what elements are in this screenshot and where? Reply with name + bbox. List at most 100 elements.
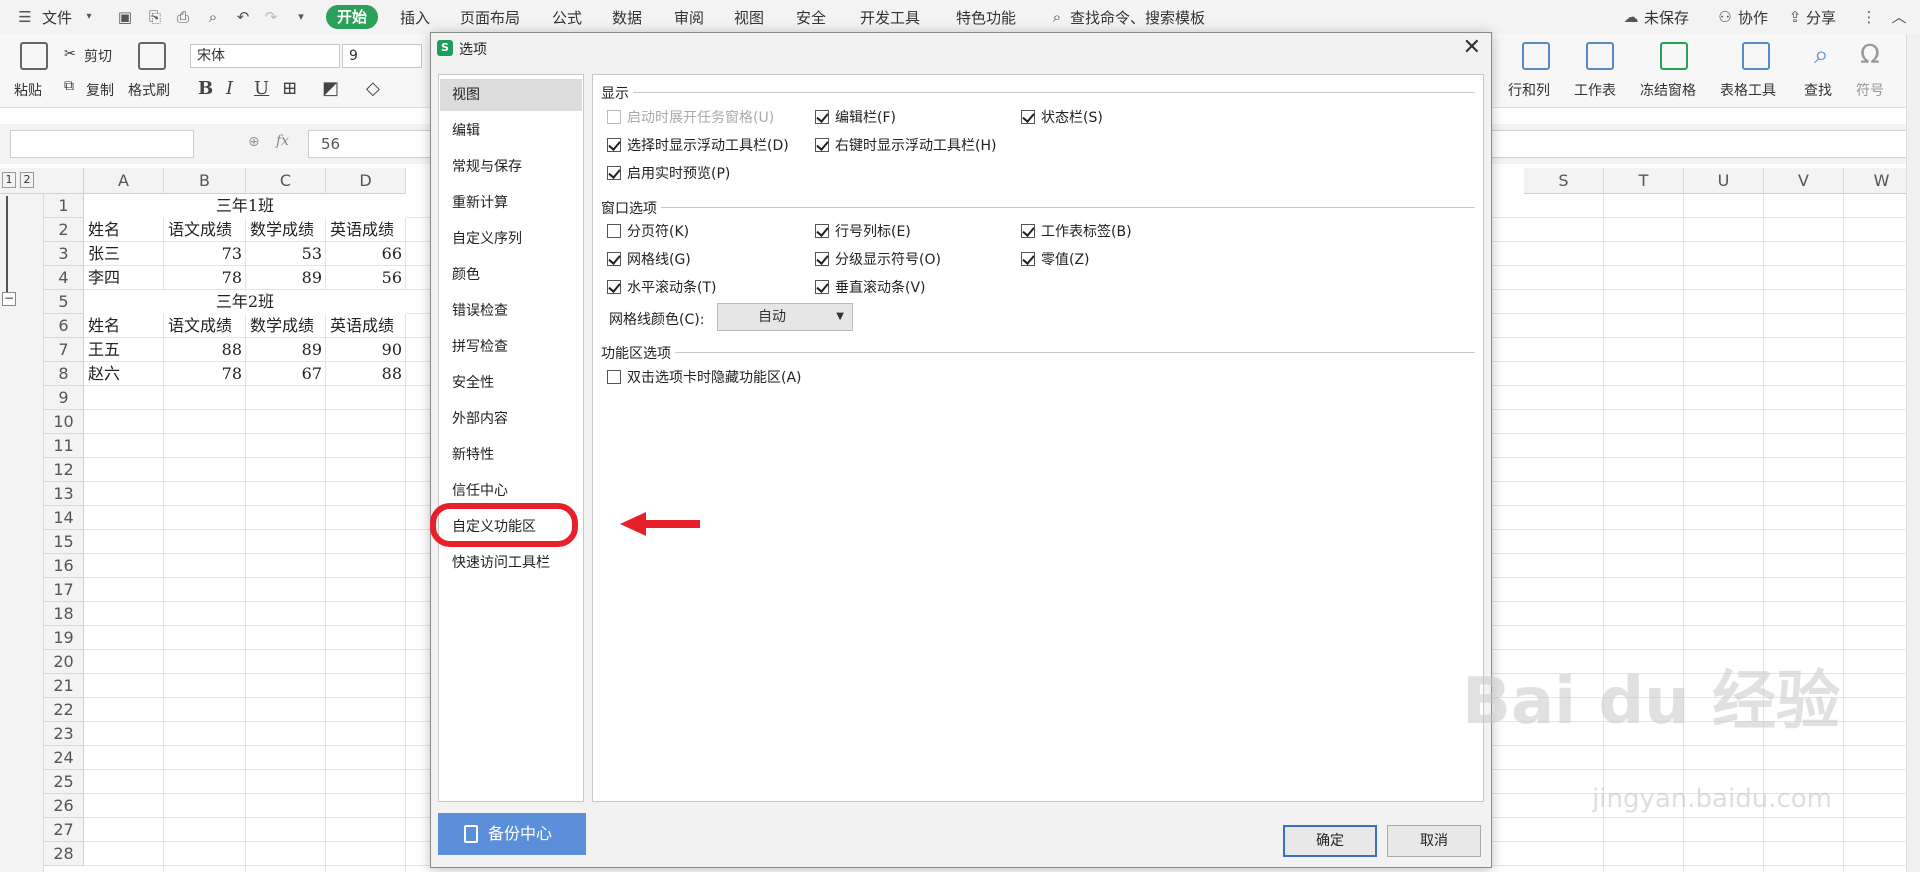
nav-item[interactable]: 拼写检查 bbox=[440, 331, 582, 363]
collaborate-button[interactable]: 协作 bbox=[1738, 7, 1768, 28]
redo-icon[interactable]: ↷ bbox=[262, 8, 280, 26]
tab-page-layout[interactable]: 页面布局 bbox=[460, 7, 520, 28]
italic-icon[interactable]: I bbox=[226, 78, 233, 99]
row-header-28[interactable]: 28 bbox=[44, 842, 84, 866]
option-vertical-scrollbar[interactable]: 垂直滚动条(V) bbox=[815, 277, 926, 297]
fx-label[interactable]: fx bbox=[276, 133, 289, 149]
cell[interactable]: 张三 bbox=[84, 242, 164, 266]
print-preview-icon[interactable]: ⌕ bbox=[204, 8, 222, 26]
row-header-24[interactable]: 24 bbox=[44, 746, 84, 770]
column-header-t[interactable]: T bbox=[1604, 168, 1684, 194]
row-header-20[interactable]: 20 bbox=[44, 650, 84, 674]
unsaved-status[interactable]: 未保存 bbox=[1644, 7, 1689, 28]
cell[interactable]: 语文成绩 bbox=[164, 218, 246, 242]
backup-center-button[interactable]: 备份中心 bbox=[438, 813, 586, 855]
font-size-select[interactable]: 9 bbox=[342, 44, 422, 68]
option-expand-task-pane[interactable]: 启动时展开任务窗格(U) bbox=[607, 107, 774, 127]
checkbox-floating-toolbar-select[interactable] bbox=[607, 138, 621, 152]
nav-item[interactable]: 颜色 bbox=[440, 259, 582, 291]
cell[interactable]: 67 bbox=[246, 362, 326, 386]
row-header-12[interactable]: 12 bbox=[44, 458, 84, 482]
cell[interactable]: 姓名 bbox=[84, 314, 164, 338]
more-icon[interactable]: ⋮ bbox=[1860, 8, 1878, 26]
chevron-down-icon[interactable]: ▾ bbox=[80, 8, 98, 26]
nav-item[interactable]: 常规与保存 bbox=[440, 151, 582, 183]
nav-item[interactable]: 新特性 bbox=[440, 439, 582, 471]
cell[interactable]: 53 bbox=[246, 242, 326, 266]
select-all-corner[interactable]: 1 2 bbox=[0, 168, 84, 194]
cell[interactable]: 数学成绩 bbox=[246, 314, 326, 338]
row-header-27[interactable]: 27 bbox=[44, 818, 84, 842]
checkbox-hide-ribbon-double-click[interactable] bbox=[607, 370, 621, 384]
cell[interactable]: 78 bbox=[164, 266, 246, 290]
fill-color-icon[interactable]: ◩ bbox=[322, 78, 339, 99]
close-icon[interactable]: ✕ bbox=[1463, 35, 1481, 60]
share-button[interactable]: 分享 bbox=[1806, 7, 1836, 28]
checkbox-sheet-tabs[interactable] bbox=[1021, 224, 1035, 238]
bold-icon[interactable]: B bbox=[198, 78, 213, 99]
outline-level-2[interactable]: 2 bbox=[20, 172, 34, 188]
cell[interactable]: 李四 bbox=[84, 266, 164, 290]
tab-review[interactable]: 审阅 bbox=[674, 7, 704, 28]
checkbox-status-bar[interactable] bbox=[1021, 110, 1035, 124]
option-formula-bar[interactable]: 编辑栏(F) bbox=[815, 107, 896, 127]
row-header-16[interactable]: 16 bbox=[44, 554, 84, 578]
column-header-b[interactable]: B bbox=[164, 168, 246, 194]
cell[interactable]: 王五 bbox=[84, 338, 164, 362]
row-header-25[interactable]: 25 bbox=[44, 770, 84, 794]
outline-collapse-icon[interactable]: − bbox=[2, 292, 16, 306]
search-icon[interactable]: ⌕ bbox=[1048, 8, 1066, 26]
cell[interactable]: 88 bbox=[164, 338, 246, 362]
nav-item[interactable]: 重新计算 bbox=[440, 187, 582, 219]
tab-view[interactable]: 视图 bbox=[734, 7, 764, 28]
symbol-button[interactable]: 符号 bbox=[1856, 80, 1884, 100]
tab-start[interactable]: 开始 bbox=[326, 5, 378, 29]
option-sheet-tabs[interactable]: 工作表标签(B) bbox=[1021, 221, 1132, 241]
print-icon[interactable]: ⎙ bbox=[174, 8, 192, 26]
checkbox-floating-toolbar-right-click[interactable] bbox=[815, 138, 829, 152]
row-header-7[interactable]: 7 bbox=[44, 338, 84, 362]
dialog-title-bar[interactable]: S 选项 ✕ bbox=[431, 33, 1491, 63]
format-painter-button[interactable]: 格式刷 bbox=[128, 80, 170, 100]
checkbox-outline-symbols[interactable] bbox=[815, 252, 829, 266]
cell[interactable]: 56 bbox=[326, 266, 406, 290]
row-header-21[interactable]: 21 bbox=[44, 674, 84, 698]
option-gridlines[interactable]: 网格线(G) bbox=[607, 249, 691, 269]
copy-button[interactable]: 复制 bbox=[86, 80, 114, 100]
option-page-breaks[interactable]: 分页符(K) bbox=[607, 221, 689, 241]
table-tools-button[interactable]: 表格工具 bbox=[1720, 80, 1776, 100]
checkbox-vertical-scrollbar[interactable] bbox=[815, 280, 829, 294]
vertical-scrollbar[interactable] bbox=[1906, 34, 1920, 872]
option-status-bar[interactable]: 状态栏(S) bbox=[1021, 107, 1103, 127]
checkbox-live-preview[interactable] bbox=[607, 166, 621, 180]
tab-insert[interactable]: 插入 bbox=[400, 7, 430, 28]
column-header-s[interactable]: S bbox=[1524, 168, 1604, 194]
option-live-preview[interactable]: 启用实时预览(P) bbox=[607, 163, 730, 183]
nav-item[interactable]: 编辑 bbox=[440, 115, 582, 147]
cell[interactable]: 英语成绩 bbox=[326, 218, 406, 242]
cut-button[interactable]: 剪切 bbox=[84, 46, 112, 66]
gridline-color-select[interactable]: 自动 ▼ bbox=[717, 303, 853, 331]
cell[interactable]: 73 bbox=[164, 242, 246, 266]
row-header-18[interactable]: 18 bbox=[44, 602, 84, 626]
column-header-v[interactable]: V bbox=[1764, 168, 1844, 194]
hamburger-icon[interactable]: ☰ bbox=[16, 8, 34, 26]
cell[interactable]: 78 bbox=[164, 362, 246, 386]
row-header-22[interactable]: 22 bbox=[44, 698, 84, 722]
command-search[interactable]: 查找命令、搜索模板 bbox=[1070, 7, 1205, 28]
export-icon[interactable]: ⎘ bbox=[146, 8, 164, 26]
ok-button[interactable]: 确定 bbox=[1283, 825, 1377, 857]
row-header-10[interactable]: 10 bbox=[44, 410, 84, 434]
cell[interactable]: 66 bbox=[326, 242, 406, 266]
nav-item[interactable]: 错误检查 bbox=[440, 295, 582, 327]
menu-file[interactable]: 文件 bbox=[42, 7, 72, 28]
paste-button[interactable]: 粘贴 bbox=[14, 80, 42, 100]
row-header-13[interactable]: 13 bbox=[44, 482, 84, 506]
row-header-26[interactable]: 26 bbox=[44, 794, 84, 818]
option-horizontal-scrollbar[interactable]: 水平滚动条(T) bbox=[607, 277, 716, 297]
column-header-d[interactable]: D bbox=[326, 168, 406, 194]
undo-icon[interactable]: ↶ bbox=[234, 8, 252, 26]
nav-item[interactable]: 安全性 bbox=[440, 367, 582, 399]
find-button[interactable]: 查找 bbox=[1804, 80, 1832, 100]
tab-data[interactable]: 数据 bbox=[612, 7, 642, 28]
